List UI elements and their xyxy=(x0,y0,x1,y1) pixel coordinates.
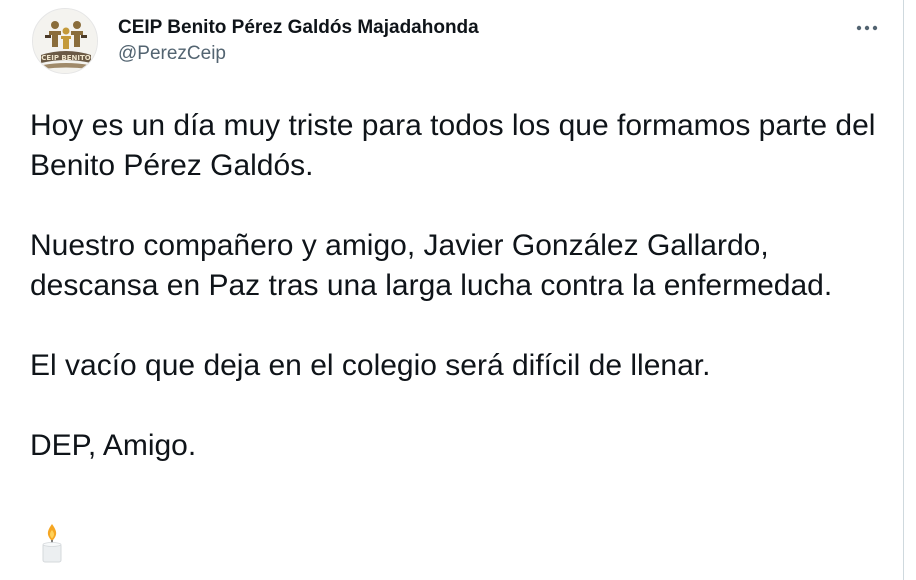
tweet-paragraph: El vacío que deja en el colegio será dif… xyxy=(30,349,711,382)
candle-emoji xyxy=(38,522,66,564)
tweet-header: CEIP BENITO CEIP Benito Pérez Galdós Maj… xyxy=(32,8,892,88)
tweet-card: CEIP BENITO CEIP Benito Pérez Galdós Maj… xyxy=(0,0,904,580)
svg-text:CEIP BENITO: CEIP BENITO xyxy=(41,54,90,62)
tweet-paragraph: Nuestro compañero y amigo, Javier Gonzál… xyxy=(30,229,833,302)
school-logo-icon: CEIP BENITO xyxy=(33,9,97,73)
tweet-paragraph: Hoy es un día muy triste para todos los … xyxy=(30,109,884,182)
tweet-text: Hoy es un día muy triste para todos los … xyxy=(30,106,880,466)
tweet-paragraph: DEP, Amigo. xyxy=(30,429,197,462)
more-options-button[interactable] xyxy=(852,16,882,40)
avatar[interactable]: CEIP BENITO xyxy=(32,8,98,74)
account-names: CEIP Benito Pérez Galdós Majadahonda @Pe… xyxy=(118,16,479,66)
user-handle[interactable]: @PerezCeip xyxy=(118,42,479,66)
display-name[interactable]: CEIP Benito Pérez Galdós Majadahonda xyxy=(118,16,479,40)
candle-icon xyxy=(42,524,62,563)
more-horizontal-icon xyxy=(856,25,878,31)
